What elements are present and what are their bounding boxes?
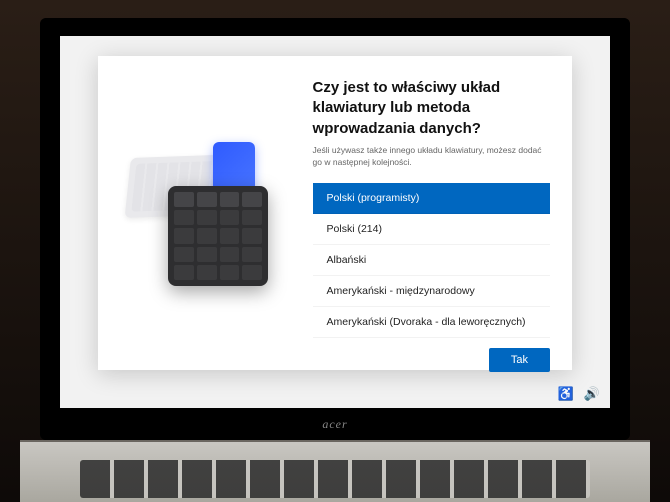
volume-icon[interactable]: 🔊 — [584, 386, 600, 402]
yes-button[interactable]: Tak — [489, 348, 550, 372]
numpad-illustration-icon — [168, 186, 268, 286]
keyboard-layout-option[interactable]: Polski (214) — [313, 214, 550, 245]
dialog-subtitle: Jeśli używasz także innego układu klawia… — [313, 145, 550, 169]
oobe-dialog: Czy jest to właściwy układ klawiatury lu… — [98, 56, 572, 370]
dialog-title: Czy jest to właściwy układ klawiatury lu… — [313, 78, 550, 139]
keyboard-layout-option[interactable]: Albański — [313, 245, 550, 276]
keyboard-layout-option[interactable]: Amerykański (Dvoraka - dla leworęcznych) — [313, 307, 550, 338]
accessibility-icon[interactable]: ♿ — [558, 386, 574, 402]
system-tray: ♿ 🔊 — [558, 386, 600, 402]
keyboard-layout-option[interactable]: Polski (programisty) — [313, 183, 550, 214]
laptop-brand: acer — [322, 417, 347, 432]
keyboard-layout-option[interactable]: Amerykański - międzynarodowy — [313, 276, 550, 307]
screen: Czy jest to właściwy układ klawiatury lu… — [60, 36, 610, 408]
keyboard-layout-list: Polski (programisty) Polski (214) Albańs… — [313, 183, 550, 338]
illustration-panel — [98, 56, 307, 370]
laptop-keyboard-deck — [20, 440, 650, 502]
